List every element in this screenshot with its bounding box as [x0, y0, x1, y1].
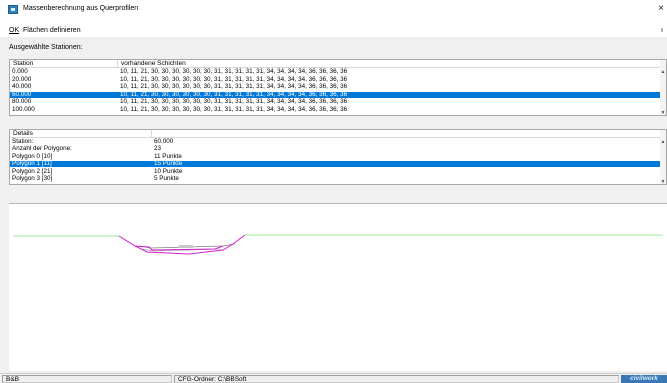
details-key: Polygon 1 [11]: [12, 160, 52, 168]
details-value: 11 Punkte: [154, 152, 182, 160]
details-row[interactable]: Station: 60.000: [10, 138, 662, 145]
status-left: B&B: [2, 375, 172, 383]
details-key: Polygon 3 [30]: [12, 175, 53, 182]
scroll-up-icon[interactable]: ▲: [660, 69, 666, 75]
scroll-up-icon[interactable]: ▲: [660, 139, 666, 145]
station-row[interactable]: 20.000 10, 11, 21, 30, 30, 30, 30, 30, 30…: [10, 75, 662, 83]
column-header-schichten[interactable]: vorhandene Schichten: [118, 60, 662, 68]
menu-ok[interactable]: OK: [9, 27, 19, 34]
column-header-station[interactable]: Station: [10, 60, 118, 68]
menu-bar: OK Flächen definieren ı: [0, 26, 667, 37]
station-cell: 40.000: [12, 83, 32, 91]
details-list-header: Details: [10, 130, 666, 138]
scroll-down-icon[interactable]: ▼: [660, 179, 666, 184]
details-key: Polygon 2 [21]: [12, 167, 53, 175]
layers-cell: 10, 11, 21, 30, 30, 30, 30, 30, 30, 31, …: [120, 75, 348, 83]
station-row[interactable]: 100.000 10, 11, 21, 30, 30, 30, 30, 30, 3…: [10, 106, 662, 113]
layers-cell: 10, 11, 21, 30, 30, 30, 30, 30, 30, 31, …: [120, 83, 348, 91]
details-row[interactable]: Polygon 0 [10] 11 Punkte: [10, 152, 662, 160]
station-row[interactable]: 60.000 10, 11, 21, 30, 30, 30, 30, 30, 30…: [10, 90, 662, 99]
app-icon: [8, 5, 18, 14]
cross-section-canvas[interactable]: [9, 203, 667, 371]
menu-overflow[interactable]: ı: [661, 27, 663, 34]
station-cell: 20.000: [12, 75, 32, 83]
layers-cell: 10, 11, 21, 30, 30, 30, 30, 30, 30, 31, …: [120, 106, 348, 113]
window-title: Massenberechnung aus Querprofilen: [23, 5, 139, 12]
scroll-down-icon[interactable]: ▼: [660, 110, 666, 115]
station-cell: 60.000: [12, 90, 32, 98]
details-key: Polygon 0 [10]: [12, 152, 53, 160]
layers-cell: 10, 11, 21, 30, 30, 30, 30, 30, 30, 31, …: [120, 90, 348, 98]
details-row[interactable]: Anzahl der Polygone: 23: [10, 145, 662, 153]
close-button[interactable]: ×: [655, 3, 667, 15]
station-row[interactable]: 40.000 10, 11, 21, 30, 30, 30, 30, 30, 30…: [10, 83, 662, 91]
details-value: 23: [154, 145, 162, 153]
station-cell: 0.000: [12, 68, 28, 75]
details-key: Anzahl der Polygone:: [12, 145, 72, 153]
civilwork-logo: civilwork: [621, 375, 667, 383]
station-row[interactable]: 80.000 10, 11, 21, 30, 30, 30, 30, 30, 30…: [10, 98, 662, 106]
column-header-details[interactable]: Details: [10, 130, 152, 138]
title-bar: Massenberechnung aus Querprofilen ×: [0, 0, 667, 18]
stations-label: Ausgewählte Stationen:: [9, 44, 83, 51]
details-list[interactable]: Details Station: 60.000 Anzahl der Polygon…: [9, 129, 667, 185]
details-value: 15 Punkte: [154, 160, 183, 168]
column-header-value[interactable]: [152, 130, 662, 138]
layers-cell: 10, 11, 21, 30, 30, 30, 30, 30, 30, 31, …: [120, 98, 348, 106]
cross-section-drawing: [13, 234, 663, 255]
details-value: 10 Punkte: [154, 167, 183, 175]
details-row[interactable]: Polygon 1 [11] 15 Punkte: [10, 160, 662, 168]
details-value: 60.000: [154, 138, 174, 145]
details-scrollbar[interactable]: ▲ ▼: [660, 130, 666, 184]
station-row[interactable]: 0.000 10, 11, 21, 30, 30, 30, 30, 30, 30,…: [10, 68, 662, 75]
layers-cell: 10, 11, 21, 30, 30, 30, 30, 30, 30, 31, …: [120, 68, 348, 75]
selected-polygon: [118, 234, 246, 255]
details-row[interactable]: Polygon 3 [30] 5 Punkte: [10, 175, 662, 182]
station-cell: 100.000: [12, 106, 35, 113]
details-row[interactable]: Polygon 2 [21] 10 Punkte: [10, 167, 662, 175]
status-bar: B&B CFG-Ordner: C:\BBSoft civilwork: [0, 373, 667, 383]
menu-flaechen-definieren[interactable]: Flächen definieren: [23, 27, 81, 34]
details-value: 5 Punkte: [154, 175, 179, 182]
stations-list-header: Station vorhandene Schichten: [10, 60, 666, 68]
station-cell: 80.000: [12, 98, 32, 106]
details-key: Station:: [12, 138, 34, 145]
stations-scrollbar[interactable]: ▲ ▼: [660, 60, 666, 115]
stations-list[interactable]: Station vorhandene Schichten 0.000 10, 11…: [9, 59, 667, 116]
road-layer: [179, 245, 193, 248]
status-cfg-folder: CFG-Ordner: C:\BBSoft: [174, 375, 619, 383]
